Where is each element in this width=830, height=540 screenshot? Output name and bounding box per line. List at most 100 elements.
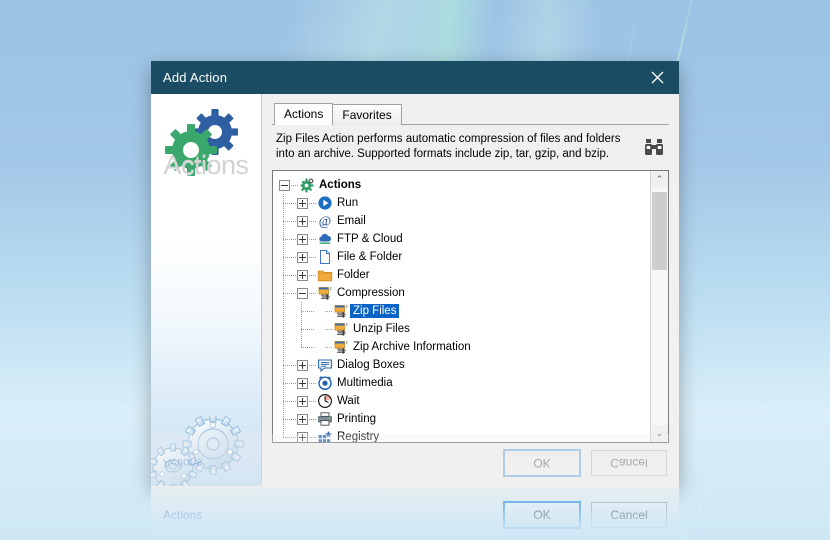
tree-node-label: Unzip Files [353, 323, 410, 335]
description-panel: Zip Files Action performs automatic comp… [272, 124, 669, 166]
tree-indent [279, 266, 297, 284]
tree-connector [291, 184, 299, 186]
tree-node-label: Email [337, 215, 366, 227]
tree-indent [279, 212, 297, 230]
expand-icon[interactable] [297, 269, 308, 281]
zip-folder-icon: z [333, 303, 349, 319]
tree-leaf-spacer [315, 325, 324, 334]
tree-node-label: Printing [337, 413, 376, 425]
expand-icon[interactable] [297, 359, 308, 371]
gear-icon [299, 177, 315, 193]
tree-node-label: Zip Files [350, 304, 400, 318]
add-action-dialog: Add Action Actions Actions Favorites Zip… [151, 61, 679, 540]
tree-connector [309, 292, 317, 294]
zip-folder-icon: z [333, 339, 349, 355]
tree-connector [325, 310, 333, 312]
tree-leaf-spacer [315, 307, 324, 316]
tree-node[interactable]: Folder [279, 266, 650, 284]
tree-indent [279, 194, 297, 212]
tree-indent [279, 302, 315, 320]
tree-node-label: Compression [337, 287, 405, 299]
expand-icon[interactable] [297, 233, 308, 245]
scrollbar-track[interactable] [651, 188, 668, 425]
file-icon [317, 249, 333, 265]
multimedia-icon [317, 375, 333, 391]
tree-node[interactable]: z Zip Files [279, 302, 650, 320]
tree-node-label: Run [337, 197, 359, 209]
brand-panel: Actions [151, 94, 262, 486]
tab-actions[interactable]: Actions [274, 103, 334, 125]
scroll-down-icon[interactable]: ⌄ [651, 425, 668, 442]
tree-connector [325, 346, 333, 348]
binoculars-icon[interactable] [643, 136, 665, 158]
expand-icon[interactable] [297, 251, 308, 263]
tree-connector [309, 400, 317, 402]
tree-node[interactable]: z Unzip Files [279, 320, 650, 338]
action-tree[interactable]: Actions Run @ Email FTP & Cloud File & Folder… [272, 170, 669, 443]
tree-indent [279, 284, 297, 302]
scrollbar-thumb[interactable] [652, 192, 667, 270]
tree-indent [279, 392, 297, 410]
close-icon[interactable] [635, 61, 679, 94]
collapse-icon[interactable] [297, 287, 308, 299]
tree-scrollbar[interactable]: ⌃ ⌄ [650, 171, 668, 442]
registry-icon [317, 429, 333, 442]
tree-indent [279, 248, 297, 266]
expand-icon[interactable] [297, 395, 308, 407]
tree-indent [279, 320, 315, 338]
expand-icon[interactable] [297, 377, 308, 389]
printer-icon [317, 411, 333, 427]
tree-node[interactable]: FTP & Cloud [279, 230, 650, 248]
tree-node[interactable]: @ Email [279, 212, 650, 230]
at-icon: @ [317, 213, 333, 229]
collapse-icon[interactable] [279, 179, 290, 191]
tree-connector [309, 256, 317, 258]
cancel-button[interactable]: Cancel [591, 502, 667, 528]
tree-node[interactable]: Wait [279, 392, 650, 410]
tree-node[interactable]: z Compression [279, 284, 650, 302]
dialog-content: Actions Favorites Zip Files Action perfo… [262, 94, 679, 486]
tree-node[interactable]: Printing [279, 410, 650, 428]
dialog-title: Add Action [163, 70, 228, 85]
tree-connector [325, 328, 333, 330]
tree-node[interactable]: File & Folder [279, 248, 650, 266]
tree-node[interactable]: Registry [279, 428, 650, 442]
tree-connector [309, 274, 317, 276]
desktop-background: Add Action Actions Actions Favorites Zip… [0, 0, 830, 540]
tree-node-label: Folder [337, 269, 370, 281]
tree-indent [279, 230, 297, 248]
expand-icon[interactable] [297, 197, 308, 209]
tree-node-label: Registry [337, 431, 380, 442]
tree-node-label: Zip Archive Information [353, 341, 471, 353]
action-description: Zip Files Action performs automatic comp… [276, 133, 621, 160]
svg-text:z: z [330, 286, 332, 291]
tree-indent [279, 410, 297, 428]
tree-node[interactable]: Run [279, 194, 650, 212]
expand-icon[interactable] [297, 431, 308, 442]
expand-icon[interactable] [297, 215, 308, 227]
tree-node[interactable]: Dialog Boxes [279, 356, 650, 374]
tree-node[interactable]: z Zip Archive Information [279, 338, 650, 356]
dialog-titlebar: Add Action [151, 61, 679, 94]
actions-link[interactable]: Actions [163, 508, 202, 522]
tree-indent [279, 428, 297, 442]
tree-node-label: Multimedia [337, 377, 393, 389]
dialog-icon [317, 357, 333, 373]
tree-connector [309, 436, 317, 438]
tree-indent [279, 374, 297, 392]
tree-node[interactable]: Actions [279, 176, 650, 194]
tree-leaf-spacer [315, 343, 324, 352]
svg-text:z: z [346, 322, 348, 327]
cloud-icon [317, 231, 333, 247]
tree-connector [309, 238, 317, 240]
tab-favorites[interactable]: Favorites [332, 104, 402, 125]
tree-connector [309, 202, 317, 204]
svg-text:z: z [346, 304, 348, 309]
tree-node[interactable]: Multimedia [279, 374, 650, 392]
expand-icon[interactable] [297, 413, 308, 425]
tree-node-label: Dialog Boxes [337, 359, 405, 371]
scroll-up-icon[interactable]: ⌃ [651, 171, 668, 188]
tree-connector [309, 220, 317, 222]
play-icon [317, 195, 333, 211]
ok-button[interactable]: OK [503, 501, 581, 529]
